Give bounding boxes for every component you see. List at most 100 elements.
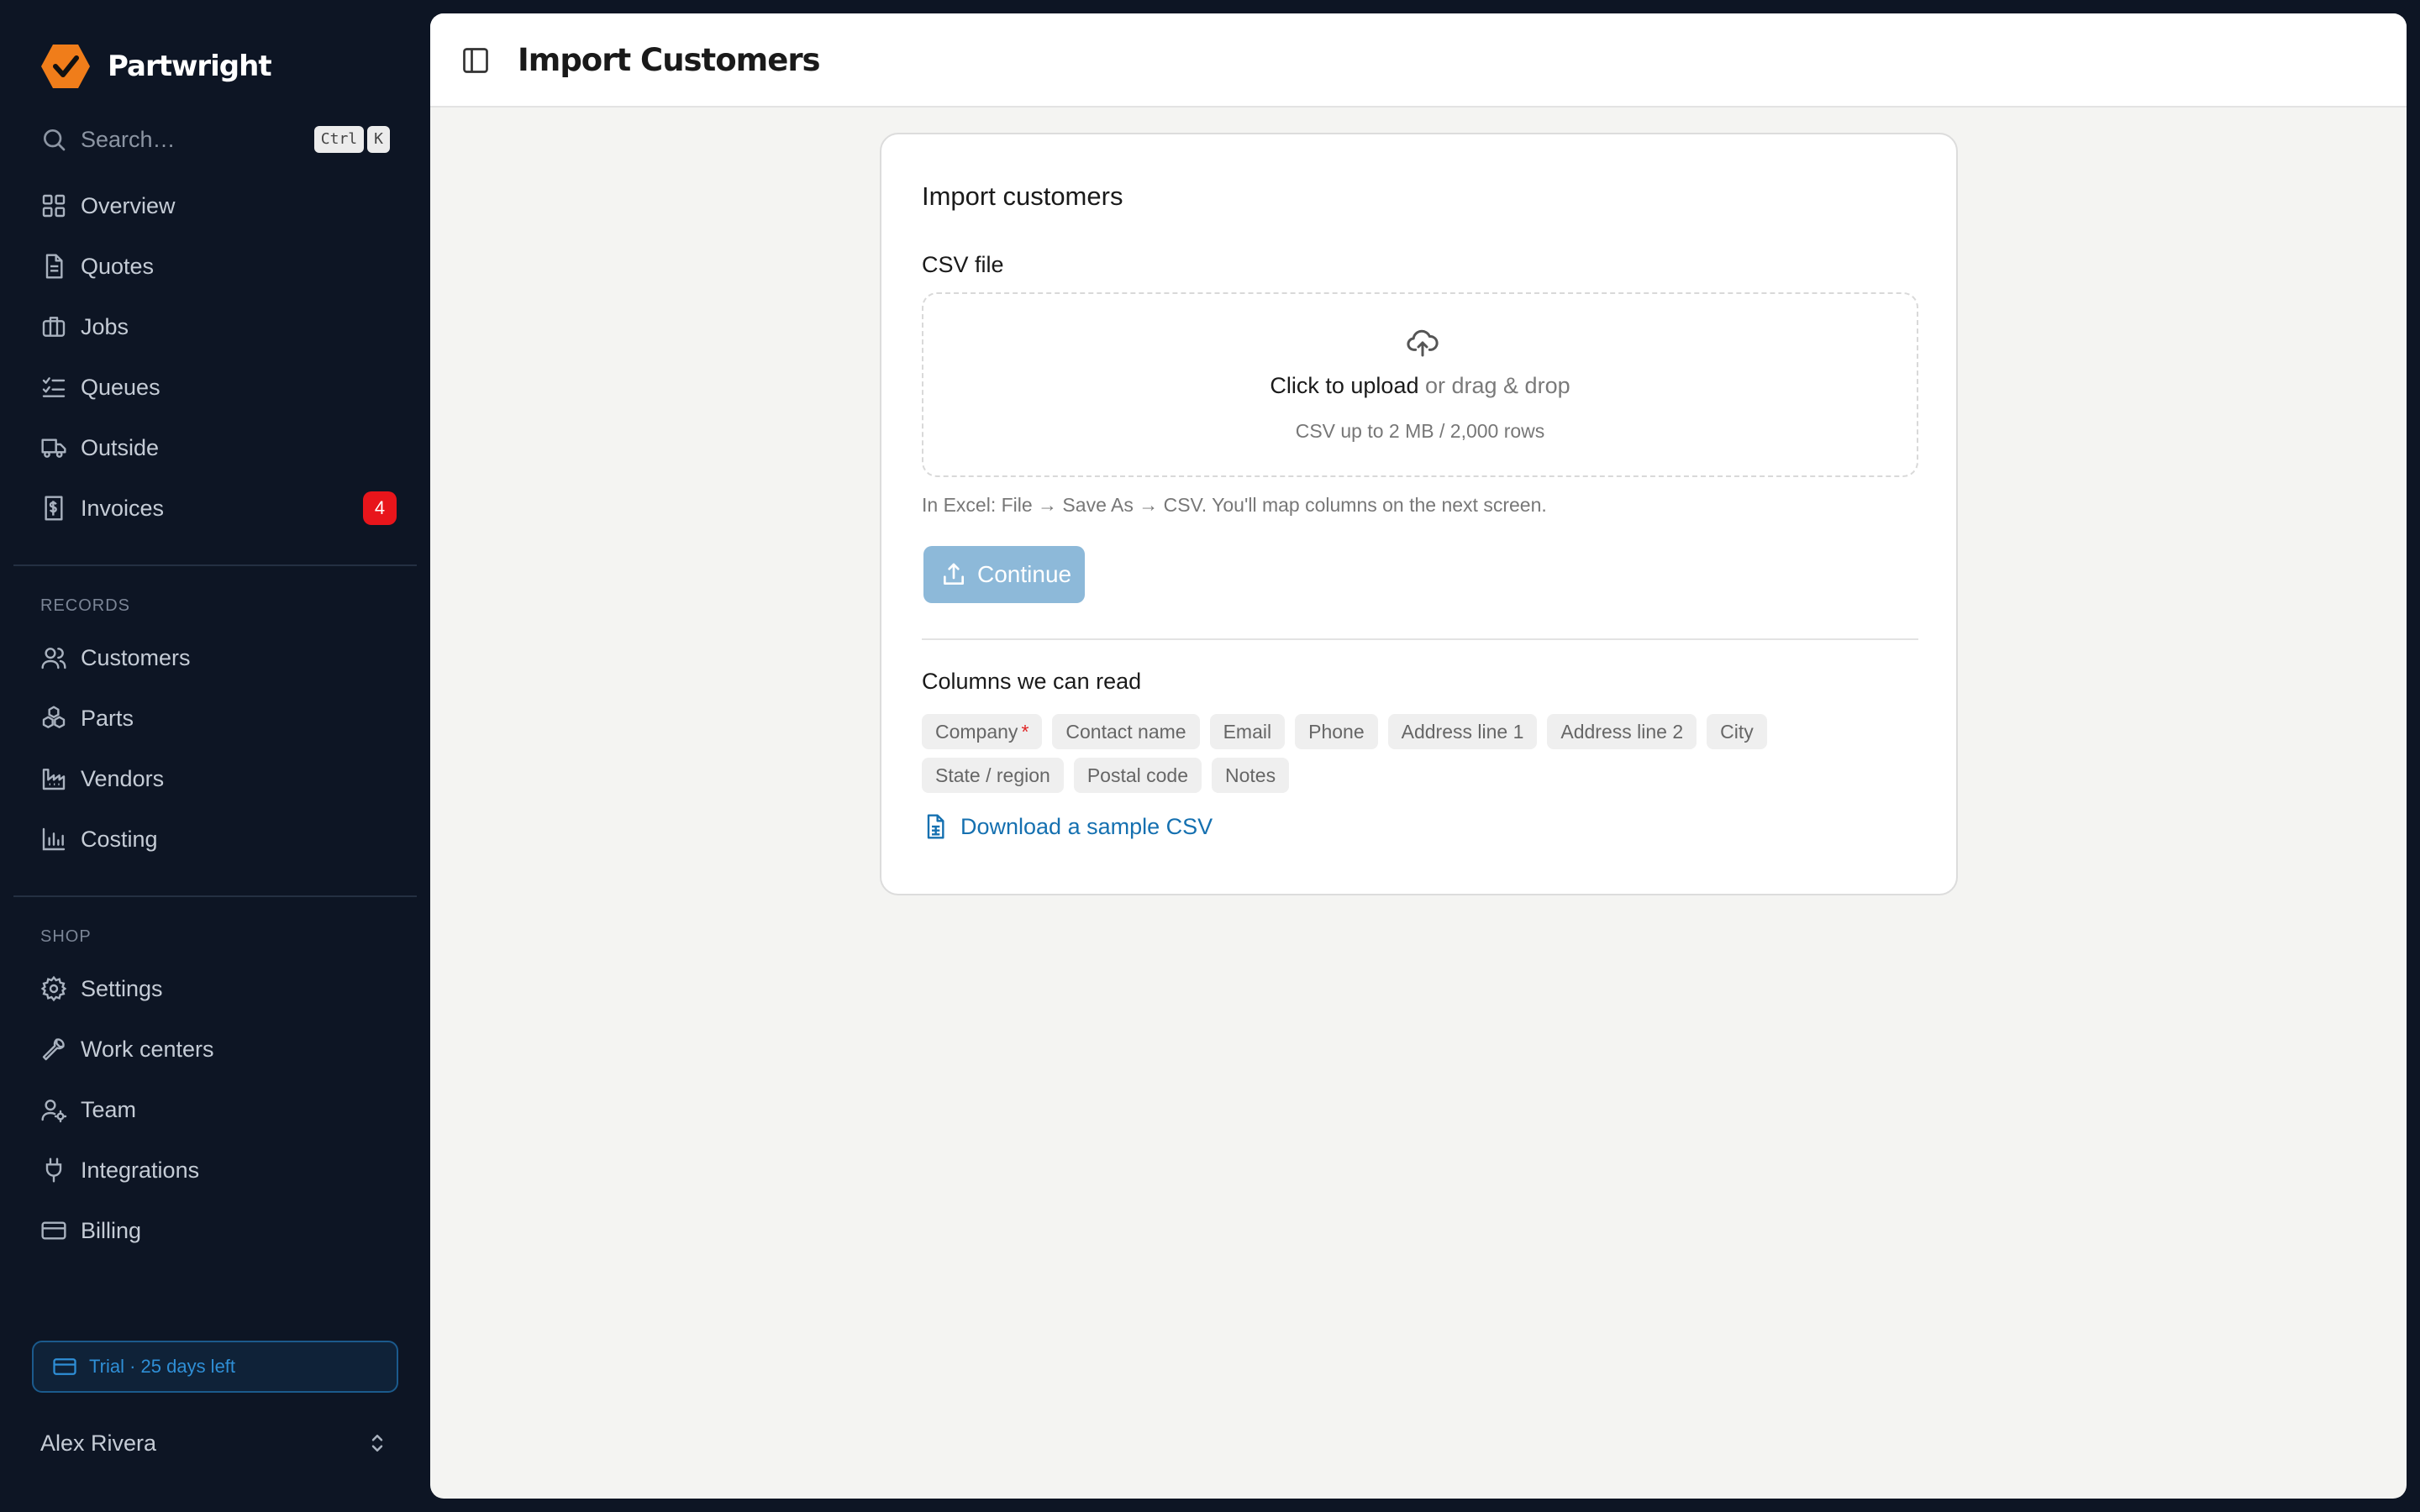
- sidebar-item-label: Overview: [81, 192, 176, 218]
- sidebar-item-label: Costing: [81, 826, 158, 852]
- sidebar-divider: [13, 895, 417, 897]
- gear-icon: [40, 975, 67, 1002]
- plug-icon: [45, 1158, 62, 1183]
- sidebar-item-billing[interactable]: Billing: [40, 1210, 397, 1251]
- search-placeholder: Search…: [81, 126, 176, 152]
- cloud-upload-icon: [1407, 329, 1439, 357]
- sidebar-item-vendors[interactable]: Vendors: [40, 759, 397, 799]
- app-name: Partwright: [108, 50, 272, 83]
- column-chip: Notes: [1212, 758, 1290, 793]
- invoice-icon: [45, 496, 63, 521]
- trial-text: Trial · 25 days left: [89, 1356, 236, 1377]
- sidebar-item-customers[interactable]: Customers: [40, 638, 397, 678]
- chevron-up-down-icon: [371, 1435, 383, 1452]
- sidebar-item-quotes[interactable]: Quotes: [40, 246, 397, 286]
- bar-chart-icon: [42, 827, 66, 851]
- page-title: Import Customers: [518, 42, 821, 78]
- sidebar: Partwright Search… Ctrl K Overview Quote…: [0, 0, 430, 1512]
- card-divider: [922, 638, 1918, 640]
- spreadsheet-file-icon: [927, 814, 944, 839]
- search-icon: [44, 129, 66, 151]
- sidebar-item-integrations[interactable]: Integrations: [40, 1150, 397, 1190]
- continue-label: Continue: [977, 561, 1072, 587]
- credit-card-icon: [41, 1221, 66, 1240]
- sidebar-item-label: Vendors: [81, 765, 165, 791]
- kbd-ctrl: Ctrl: [313, 126, 365, 153]
- sidebar-item-label: Jobs: [81, 313, 129, 339]
- user-menu[interactable]: Alex Rivera: [40, 1425, 390, 1462]
- section-label-records: RECORDS: [40, 596, 131, 615]
- sidebar-item-parts[interactable]: Parts: [40, 698, 397, 738]
- sidebar-item-outside[interactable]: Outside: [40, 428, 397, 468]
- document-icon: [45, 254, 63, 279]
- topbar: Import Customers: [430, 13, 2407, 108]
- sidebar-item-label: Outside: [81, 434, 160, 460]
- column-chip: Postal code: [1073, 758, 1202, 793]
- sidebar-item-work-centers[interactable]: Work centers: [40, 1029, 397, 1069]
- column-chips: Company * Contact name Email Phone Addres…: [922, 714, 1846, 793]
- help-text: In Excel: File → Save As → CSV. You'll m…: [922, 494, 1547, 516]
- continue-button[interactable]: Continue: [923, 546, 1085, 603]
- column-chip: City: [1707, 714, 1767, 749]
- invoices-count-badge: 4: [363, 491, 397, 525]
- truck-icon: [41, 438, 66, 458]
- search-box[interactable]: Search… Ctrl K: [40, 123, 390, 156]
- sidebar-item-costing[interactable]: Costing: [40, 819, 397, 859]
- sidebar-divider: [13, 564, 417, 566]
- dropzone-hint: CSV up to 2 MB / 2,000 rows: [1295, 420, 1545, 442]
- checklist-icon: [42, 377, 66, 397]
- column-chip: Phone: [1295, 714, 1378, 749]
- required-marker: *: [1021, 721, 1029, 743]
- sidebar-item-label: Queues: [81, 374, 160, 400]
- download-sample-link[interactable]: Download a sample CSV: [922, 813, 1213, 840]
- dropzone-cta: Click to upload: [1270, 373, 1419, 398]
- card-title: Import customers: [922, 181, 1123, 211]
- sidebar-item-label: Work centers: [81, 1036, 214, 1062]
- sidebar-item-invoices[interactable]: Invoices 4: [40, 488, 397, 528]
- sidebar-item-label: Customers: [81, 644, 191, 670]
- factory-icon: [42, 769, 66, 790]
- brand[interactable]: Partwright: [40, 44, 272, 89]
- sidebar-item-queues[interactable]: Queues: [40, 367, 397, 407]
- dropzone-text: Click to upload or drag & drop: [923, 373, 1917, 399]
- sidebar-item-label: Settings: [81, 975, 163, 1001]
- grid-icon: [42, 194, 66, 218]
- briefcase-icon: [42, 317, 66, 337]
- column-chip-label: Company: [935, 721, 1018, 743]
- sidebar-toggle-icon[interactable]: [460, 45, 491, 76]
- import-card: Import customers CSV file Click to uploa…: [880, 133, 1958, 895]
- section-label-shop: SHOP: [40, 927, 92, 946]
- sidebar-item-label: Team: [81, 1096, 137, 1122]
- kbd-k: K: [367, 126, 390, 153]
- column-chip: State / region: [922, 758, 1064, 793]
- main-panel: Import Customers Import customers CSV fi…: [430, 13, 2407, 1499]
- column-chip: Email: [1209, 714, 1286, 749]
- search-shortcut: Ctrl K: [313, 126, 390, 153]
- sidebar-item-label: Integrations: [81, 1157, 200, 1183]
- sidebar-item-label: Invoices: [81, 495, 165, 521]
- sidebar-item-label: Parts: [81, 705, 134, 731]
- column-chip: Address line 1: [1387, 714, 1538, 749]
- column-chip: Contact name: [1052, 714, 1200, 749]
- sidebar-item-team[interactable]: Team: [40, 1089, 397, 1130]
- dropzone-alt: or drag & drop: [1425, 373, 1570, 398]
- trial-banner[interactable]: Trial · 25 days left: [32, 1341, 398, 1393]
- users-icon: [41, 648, 66, 669]
- wrench-icon: [42, 1038, 65, 1061]
- sidebar-item-jobs[interactable]: Jobs: [40, 307, 397, 347]
- column-chip: Address line 2: [1547, 714, 1697, 749]
- sidebar-item-settings[interactable]: Settings: [40, 969, 397, 1009]
- csv-dropzone[interactable]: Click to upload or drag & drop CSV up to…: [922, 292, 1918, 477]
- user-name: Alex Rivera: [40, 1430, 157, 1456]
- credit-card-icon: [53, 1358, 76, 1375]
- sidebar-item-label: Quotes: [81, 253, 155, 279]
- download-sample-label: Download a sample CSV: [960, 813, 1213, 839]
- sidebar-item-label: Billing: [81, 1217, 142, 1243]
- upload-icon: [944, 563, 964, 585]
- columns-title: Columns we can read: [922, 669, 1142, 694]
- logo-icon: [41, 45, 90, 88]
- sidebar-item-overview[interactable]: Overview: [40, 186, 397, 226]
- user-cog-icon: [41, 1100, 67, 1123]
- column-chip: Company *: [922, 714, 1043, 749]
- csv-field-label: CSV file: [922, 252, 1004, 277]
